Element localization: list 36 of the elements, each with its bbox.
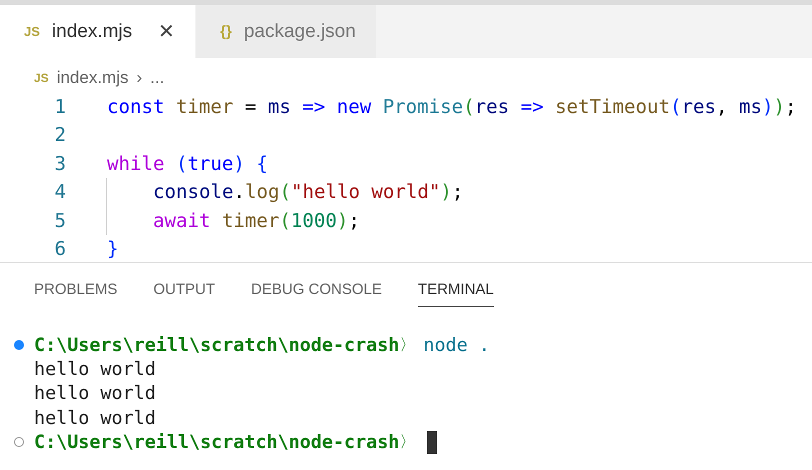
line-number: 6 [54, 237, 67, 260]
terminal-output: hello world [33, 358, 156, 380]
prompt-arrow: 〉 [399, 432, 416, 453]
tab-label: index.mjs [52, 20, 132, 42]
close-icon[interactable]: ✕ [158, 19, 176, 44]
code-line: const timer = ms => new Promise(res => setTimeout(res, ms)); [107, 94, 796, 118]
terminal-command: node . [423, 334, 490, 356]
javascript-file-icon: JS [24, 24, 40, 39]
panel-tab[interactable]: OUTPUT [153, 277, 216, 303]
line-number: 4 [54, 180, 67, 204]
panel-tab[interactable]: TERMINAL [418, 277, 494, 307]
command-status-icon[interactable] [14, 437, 24, 448]
tab-label: package.json [244, 20, 356, 42]
command-status-icon[interactable] [14, 340, 24, 350]
terminal-output: hello world [33, 408, 156, 429]
editor-tab[interactable]: JS index.mjs ✕ [0, 5, 196, 58]
line-number: 1 [54, 94, 67, 118]
code-line: while (true) { [107, 152, 268, 175]
prompt-arrow: 〉 [399, 334, 416, 356]
line-number: 5 [54, 208, 67, 232]
code-line: await timer(1000); [153, 208, 360, 232]
line-number: 2 [54, 123, 67, 146]
javascript-file-icon: JS [34, 71, 49, 85]
terminal-output: hello world [33, 383, 156, 404]
prompt-path: C:\Users\reill\scratch\node-crash [34, 432, 400, 453]
json-braces-icon: {} [220, 23, 232, 40]
editor-tab[interactable]: {} package.json [196, 5, 377, 58]
prompt-path: C:\Users\reill\scratch\node-crash [34, 334, 400, 356]
code-line: console.log("hello world"); [153, 180, 464, 204]
code-line: } [107, 237, 118, 260]
breadcrumb-ellipsis[interactable]: ... [150, 68, 164, 88]
line-number: 3 [54, 152, 67, 175]
breadcrumb-separator: › [136, 68, 142, 88]
panel-tab[interactable]: PROBLEMS [34, 277, 118, 303]
panel-tab[interactable]: DEBUG CONSOLE [251, 277, 382, 303]
breadcrumb-file[interactable]: index.mjs [56, 68, 128, 88]
